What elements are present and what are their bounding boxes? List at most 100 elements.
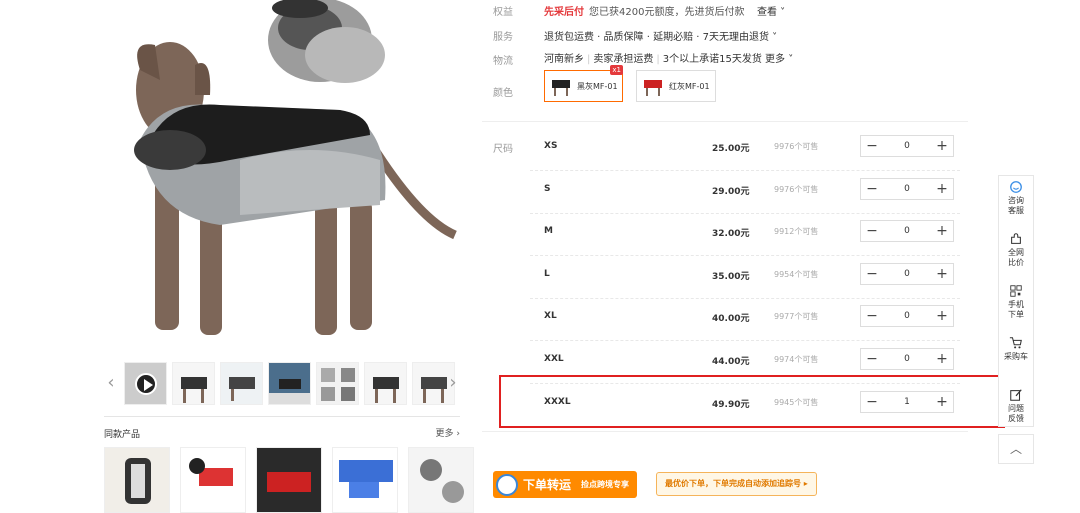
logistics-text[interactable]: 河南新乡 | 卖家承担运费 | 3个以上承诺15天发货 更多 ˅ [544,50,793,65]
rights-highlight: 先采后付 [544,7,584,18]
sidebar-label: 问题 [1008,404,1024,413]
banner-tip[interactable]: 最优价下单，下单完成自动添加追踪号 ▸ [656,472,817,496]
sidebar-compare[interactable]: 全网 比价 [999,228,1033,280]
quantity-stepper: −0 + [860,348,954,370]
size-row: XL 40.00元 9977个可售 −0 + [530,303,960,342]
size-stock: 9976个可售 [774,184,819,194]
decrease-button[interactable]: − [861,264,883,284]
quantity-value[interactable]: 0 [883,311,931,321]
prev-thumb-arrow-icon[interactable]: ‹ [104,372,118,394]
size-stock: 9954个可售 [774,269,819,279]
selected-count-badge: x1 [610,65,623,75]
play-icon [135,373,157,395]
transfer-logo-icon [496,473,518,496]
quantity-stepper: −0 + [860,262,954,285]
color-option-label: 黑灰MF-01 [577,81,618,91]
same-product-item[interactable] [104,447,170,513]
size-price: 35.00元 [712,271,750,282]
decrease-button[interactable]: − [861,306,883,326]
same-products-list [104,447,474,513]
decrease-button[interactable]: − [861,179,883,199]
divider [482,121,968,122]
sidebar-cart[interactable]: 采购车 [999,332,1033,384]
same-products-header: 同款产品 更多 › [104,416,460,440]
service-text[interactable]: 退货包运费 · 品质保障 · 延期必赔 · 7天无理由退货 ˅ [544,28,777,43]
sidebar-consult[interactable]: 咨询 客服 [999,176,1033,228]
increase-button[interactable]: + [931,179,953,199]
thumbnail[interactable] [220,362,263,405]
row-divider [530,340,960,342]
size-row: S 29.00元 9976个可售 −0 + [530,176,960,214]
dog-photo [134,42,457,335]
color-option-red-gray[interactable]: 红灰MF-01 [636,70,716,102]
thumbnail[interactable] [172,362,215,405]
quantity-stepper: −0 + [860,135,954,157]
quantity-value[interactable]: 0 [883,269,931,279]
thumbnail-strip: ‹ › [104,360,460,408]
sidebar-label: 下单 [1008,310,1024,319]
same-product-item[interactable] [408,447,474,513]
increase-button[interactable]: + [931,264,953,284]
quantity-value[interactable]: 0 [883,141,931,151]
decrease-button[interactable]: − [861,221,883,241]
order-transfer-banner[interactable]: 下单转运 捡点跨境专享 [493,471,638,498]
increase-button[interactable]: + [931,221,953,241]
quantity-value[interactable]: 0 [883,354,931,364]
same-products-more-link[interactable]: 更多 › [436,426,460,439]
thumbnail-video[interactable] [124,362,167,405]
edit-icon [1010,389,1022,401]
sidebar-label: 采购车 [1004,352,1028,361]
size-name: S [544,183,551,194]
puzzle-icon [1011,233,1021,244]
thumbnail[interactable] [268,362,311,405]
size-name: XXL [544,354,564,364]
color-option-label: 红灰MF-01 [669,81,710,91]
banner-title: 下单转运 [523,478,572,492]
size-price: 44.00元 [712,357,750,367]
color-thumb [552,80,570,96]
decrease-button[interactable]: − [861,136,883,156]
size-row: L 35.00元 9954个可售 −0 + [530,261,960,299]
increase-button[interactable]: + [931,136,953,156]
sidebar-feedback[interactable]: 问题 反馈 [999,384,1033,436]
increase-button[interactable]: + [931,349,953,369]
chat-icon [1010,181,1022,193]
decrease-button[interactable]: − [861,349,883,369]
sidebar-label: 比价 [1008,258,1024,267]
thumbnail[interactable] [364,362,407,405]
banner-subtitle: 捡点跨境专享 [581,480,630,489]
right-sidebar: 咨询 客服 全网 比价 手机 下单 采购车 问题 反馈 [998,175,1034,427]
jacket-photo [268,0,385,83]
sidebar-label: 手机 [1008,300,1024,309]
color-option-black-gray[interactable]: 黑灰MF-01 x1 [544,65,623,102]
sidebar-label: 反馈 [1008,414,1024,423]
size-name: L [544,268,550,279]
row-divider [530,255,960,257]
size-name: XL [544,311,557,322]
sidebar-label: 客服 [1008,206,1024,215]
quantity-value[interactable]: 0 [883,226,931,236]
rights-view-link[interactable]: 查看 ˅ [757,3,785,18]
same-product-item[interactable] [256,447,322,513]
color-label: 颜色 [493,88,513,99]
same-product-item[interactable] [180,447,246,513]
sidebar-label: 咨询 [1008,196,1024,205]
quantity-value[interactable]: 0 [883,184,931,194]
main-product-image [100,0,460,350]
thumbnail[interactable] [316,362,359,405]
qrcode-icon [1010,285,1022,297]
sidebar-label: 全网 [1008,248,1024,257]
sidebar-mobile-order[interactable]: 手机 下单 [999,280,1033,332]
divider [482,431,968,432]
next-thumb-arrow-icon[interactable]: › [446,372,460,394]
selected-size-highlight [499,375,1005,428]
quantity-stepper: −0 + [860,220,954,243]
increase-button[interactable]: + [931,306,953,326]
same-product-item[interactable] [332,447,398,513]
quantity-stepper: −0 + [860,177,954,200]
size-row: M 32.00元 9912个可售 −0 + [530,218,960,257]
size-price: 29.00元 [712,186,750,197]
back-to-top-button[interactable]: ︿ [998,434,1034,464]
size-price: 25.00元 [712,144,750,154]
cart-icon [1009,337,1022,349]
